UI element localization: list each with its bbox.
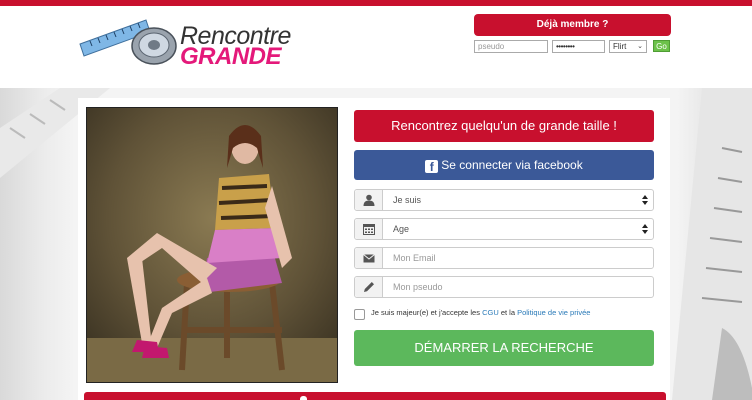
age-select[interactable]: Age	[354, 218, 654, 240]
envelope-icon	[363, 254, 375, 263]
bottom-red-bar	[84, 392, 666, 400]
user-icon	[363, 194, 375, 206]
login-mode-select[interactable]: Flirt ⌄	[609, 40, 647, 53]
terms-middle: et la	[498, 308, 518, 317]
login-go-button[interactable]: Go	[653, 40, 670, 52]
cta-banner-button[interactable]: Rencontrez quelqu'un de grande taille !	[354, 110, 654, 142]
woman-on-stool-image	[87, 108, 337, 382]
site-header: Rencontre GRANDE Déjà membre ? •••••••• …	[0, 6, 752, 88]
background-tape-right	[672, 88, 752, 400]
login-password-input[interactable]: ••••••••	[552, 40, 605, 53]
gender-addon	[355, 190, 383, 210]
pseudo-addon	[355, 277, 383, 297]
gender-value: Je suis	[393, 195, 422, 205]
start-search-button[interactable]: DÉMARRER LA RECHERCHE	[354, 330, 654, 366]
login-pseudo-input[interactable]	[474, 40, 548, 53]
profile-photo	[86, 107, 338, 383]
email-addon	[355, 248, 383, 268]
facebook-login-label: Se connecter via facebook	[441, 158, 583, 172]
gender-select[interactable]: Je suis	[354, 189, 654, 211]
tape-measure-icon	[79, 19, 177, 65]
facebook-icon: f	[425, 160, 439, 174]
login-mode-value: Flirt	[613, 42, 627, 51]
site-logo[interactable]: Rencontre GRANDE	[76, 14, 291, 70]
email-placeholder: Mon Email	[393, 253, 436, 263]
facebook-login-button[interactable]: f Se connecter via facebook	[354, 150, 654, 180]
age-addon	[355, 219, 383, 239]
email-field[interactable]: Mon Email	[354, 247, 654, 269]
privacy-policy-link[interactable]: Politique de vie privée	[517, 308, 590, 317]
cgu-link[interactable]: CGU	[482, 308, 499, 317]
logo-text-grande: GRANDE	[180, 43, 282, 70]
already-member-button[interactable]: Déjà membre ?	[474, 14, 671, 36]
pseudo-placeholder: Mon pseudo	[393, 282, 443, 292]
terms-checkbox[interactable]	[354, 309, 365, 320]
pseudo-field[interactable]: Mon pseudo	[354, 276, 654, 298]
select-arrows-icon	[642, 195, 648, 205]
calendar-icon	[363, 224, 375, 235]
bar-icon	[300, 396, 307, 400]
age-value: Age	[393, 224, 410, 234]
terms-prefix: Je suis majeur(e) et j'accepte les	[371, 308, 483, 317]
chevron-down-icon: ⌄	[637, 43, 643, 50]
pencil-icon	[364, 282, 374, 292]
select-arrows-icon	[642, 224, 648, 234]
terms-text: Je suis majeur(e) et j'accepte les CGU e…	[371, 307, 590, 318]
